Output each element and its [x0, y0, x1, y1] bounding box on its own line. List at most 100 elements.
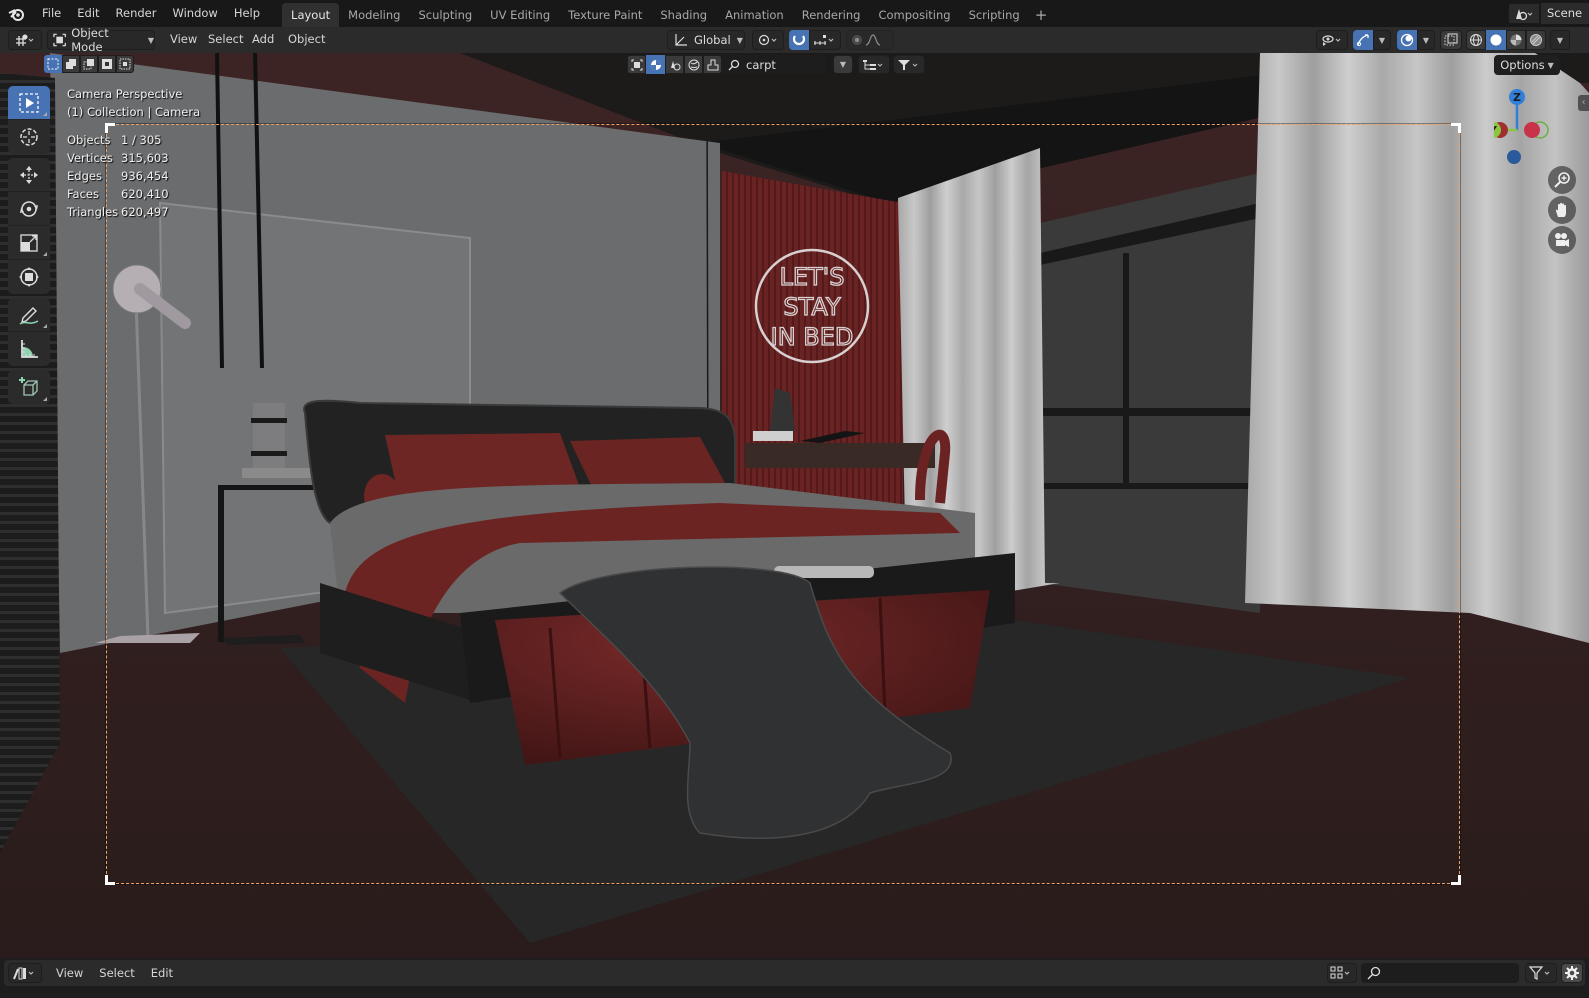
tool-cursor[interactable]: [8, 120, 50, 154]
pivot-point-button[interactable]: [752, 30, 784, 50]
overlays-dropdown[interactable]: ▼: [1417, 30, 1435, 50]
menu-edit[interactable]: Edit: [69, 0, 107, 27]
select-invert-button[interactable]: [98, 55, 116, 73]
menu-window[interactable]: Window: [164, 0, 225, 27]
menu-file[interactable]: File: [34, 0, 69, 27]
filter-material-button[interactable]: [646, 55, 665, 74]
hand-icon: [1555, 202, 1566, 217]
timeline-menu-view[interactable]: View: [48, 966, 91, 980]
tab-animation[interactable]: Animation: [716, 3, 793, 27]
selectability-visibility-button[interactable]: [1316, 30, 1348, 50]
scene-icon[interactable]: [1508, 3, 1540, 24]
filter-icon: [898, 59, 918, 70]
sidebar-expand-arrow-icon[interactable]: ‹: [1578, 95, 1589, 111]
solid-sphere-icon: [1490, 34, 1502, 46]
timeline-search-input[interactable]: [1361, 963, 1519, 983]
gizmo-dropdown[interactable]: ▼: [1373, 30, 1391, 50]
shading-dropdown[interactable]: ▼: [1550, 30, 1570, 50]
options-button[interactable]: Options ▼: [1494, 55, 1560, 75]
overlays-toggle[interactable]: [1397, 30, 1417, 50]
select-box-icon: [19, 92, 39, 113]
tool-scale[interactable]: [8, 226, 50, 260]
snap-toggle[interactable]: [789, 30, 809, 50]
filter-dropdown-button[interactable]: [893, 55, 925, 74]
tab-shading[interactable]: Shading: [651, 3, 716, 27]
filter-funnel-icon: [1529, 966, 1550, 980]
gear-icon: [1565, 966, 1579, 980]
tool-rotate[interactable]: [8, 192, 50, 226]
timeline-menu-edit[interactable]: Edit: [143, 966, 181, 980]
select-subtract-button[interactable]: [80, 55, 98, 73]
measure-ruler-icon: [21, 340, 38, 358]
data-search-input[interactable]: carpt: [722, 55, 826, 74]
tool-select-box[interactable]: [8, 86, 50, 120]
transform-orientation-select[interactable]: Global ▼: [667, 30, 745, 50]
grid-view-icon: [1330, 966, 1350, 979]
camera-view-button[interactable]: [1548, 226, 1576, 254]
3d-viewport[interactable]: LET'S STAY IN BED carpt ▼ Options ▼ ‹ Ca…: [0, 53, 1589, 958]
scene-selector[interactable]: Scene: [1508, 3, 1589, 24]
tab-layout[interactable]: Layout: [282, 3, 340, 27]
tab-modeling[interactable]: Modeling: [339, 3, 409, 27]
options-label: Options: [1500, 58, 1545, 72]
filter-brush-button[interactable]: [703, 55, 722, 74]
display-mode-button[interactable]: [1327, 963, 1357, 983]
editor-type-button[interactable]: [8, 30, 42, 50]
select-extend-button[interactable]: [62, 55, 80, 73]
tab-texture-paint[interactable]: Texture Paint: [559, 3, 651, 27]
tab-rendering[interactable]: Rendering: [793, 3, 870, 27]
menu-view[interactable]: View: [162, 32, 205, 46]
tool-add-cube[interactable]: [8, 370, 50, 404]
pan-view-button[interactable]: [1548, 196, 1576, 224]
tool-transform[interactable]: [8, 260, 50, 294]
cursor-icon: [20, 128, 38, 146]
sort-order-button[interactable]: [858, 55, 890, 74]
tool-annotate[interactable]: [8, 298, 50, 332]
timeline-settings-button[interactable]: [1561, 963, 1583, 983]
filter-mesh-button[interactable]: [627, 55, 646, 74]
xray-toggle[interactable]: [1440, 30, 1462, 50]
camera-frame-corner: [1451, 123, 1461, 133]
filter-texture-button[interactable]: [665, 55, 684, 74]
tool-group-select: [8, 86, 50, 154]
tool-move[interactable]: [8, 158, 50, 192]
menu-help[interactable]: Help: [226, 0, 268, 27]
tab-uv-editing[interactable]: UV Editing: [481, 3, 559, 27]
menu-render[interactable]: Render: [108, 0, 165, 27]
search-options-button[interactable]: ▼: [833, 55, 853, 74]
tab-sculpting[interactable]: Sculpting: [409, 3, 481, 27]
timeline-editor-type-button[interactable]: [8, 963, 42, 983]
filter-world-button[interactable]: [684, 55, 703, 74]
axis-x-icon[interactable]: [1524, 122, 1540, 138]
snap-target-select[interactable]: [809, 30, 841, 50]
stat-label: Triangles: [67, 205, 119, 219]
timeline-menu-select[interactable]: Select: [91, 966, 142, 980]
select-intersect-icon: [119, 58, 131, 70]
tool-settings-row: carpt ▼ Options ▼ ‹: [0, 53, 1589, 111]
tool-measure[interactable]: [8, 332, 50, 366]
gizmo-toggle[interactable]: [1353, 30, 1373, 50]
add-workspace-button[interactable]: +: [1029, 3, 1054, 27]
tab-scripting[interactable]: Scripting: [960, 3, 1029, 27]
shading-material-preview[interactable]: [1506, 30, 1526, 50]
select-intersect-button[interactable]: [116, 55, 134, 73]
stat-value: 620,410: [121, 187, 169, 201]
shading-solid[interactable]: [1486, 30, 1506, 50]
navigation-gizmo[interactable]: Y Z: [1494, 85, 1564, 175]
pivot-icon: [758, 34, 777, 46]
scale-icon: [20, 233, 38, 252]
zoom-view-button[interactable]: [1548, 166, 1576, 194]
mode-select[interactable]: Object Mode ▼: [47, 26, 155, 54]
proportional-editing-button[interactable]: [846, 30, 894, 50]
blender-logo-icon[interactable]: [0, 0, 34, 27]
timeline-filter-button[interactable]: [1525, 963, 1557, 983]
select-new-button[interactable]: [44, 55, 62, 73]
menu-object[interactable]: Object: [280, 32, 333, 46]
tab-compositing[interactable]: Compositing: [869, 3, 959, 27]
menu-add[interactable]: Add: [244, 32, 282, 46]
shading-wireframe[interactable]: [1466, 30, 1486, 50]
axis-neg-z-icon[interactable]: [1507, 150, 1521, 164]
shading-rendered[interactable]: [1526, 30, 1546, 50]
timeline-header-bar: View Select Edit: [4, 960, 1585, 986]
scene-name[interactable]: Scene: [1541, 3, 1589, 24]
